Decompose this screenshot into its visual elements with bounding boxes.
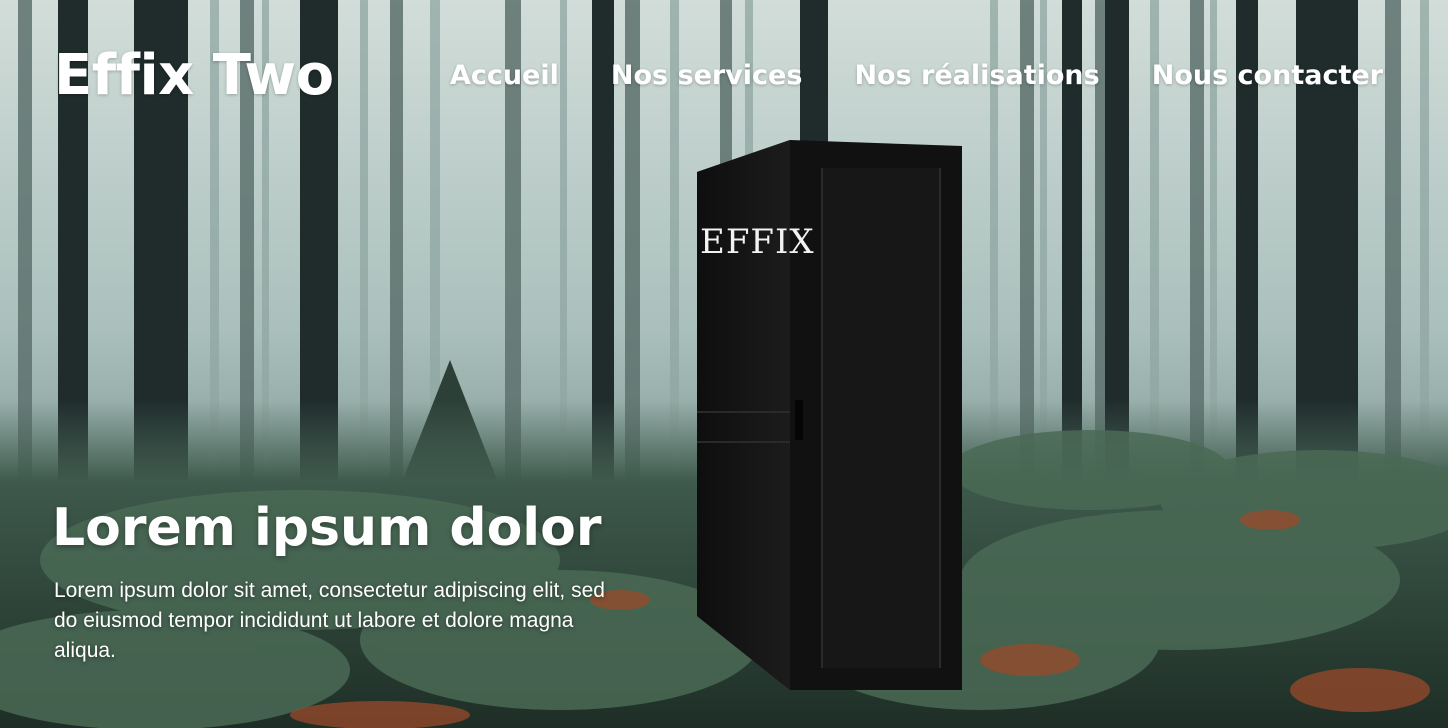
nav-link-services[interactable]: Nos services [611,58,803,94]
hero-description: Lorem ipsum dolor sit amet, consectetur … [54,579,605,662]
nav-link-contact[interactable]: Nous contacter [1152,58,1383,94]
hero-title: Lorem ipsum dolor [52,498,602,558]
nav-link-realisations[interactable]: Nos réalisations [854,58,1099,94]
site-logo[interactable]: Effix Two [54,44,334,108]
nav-link-accueil[interactable]: Accueil [450,58,559,94]
main-nav: Accueil Nos services Nos réalisations No… [450,58,1383,94]
rack-brand-logo: EFFIX [700,222,815,262]
